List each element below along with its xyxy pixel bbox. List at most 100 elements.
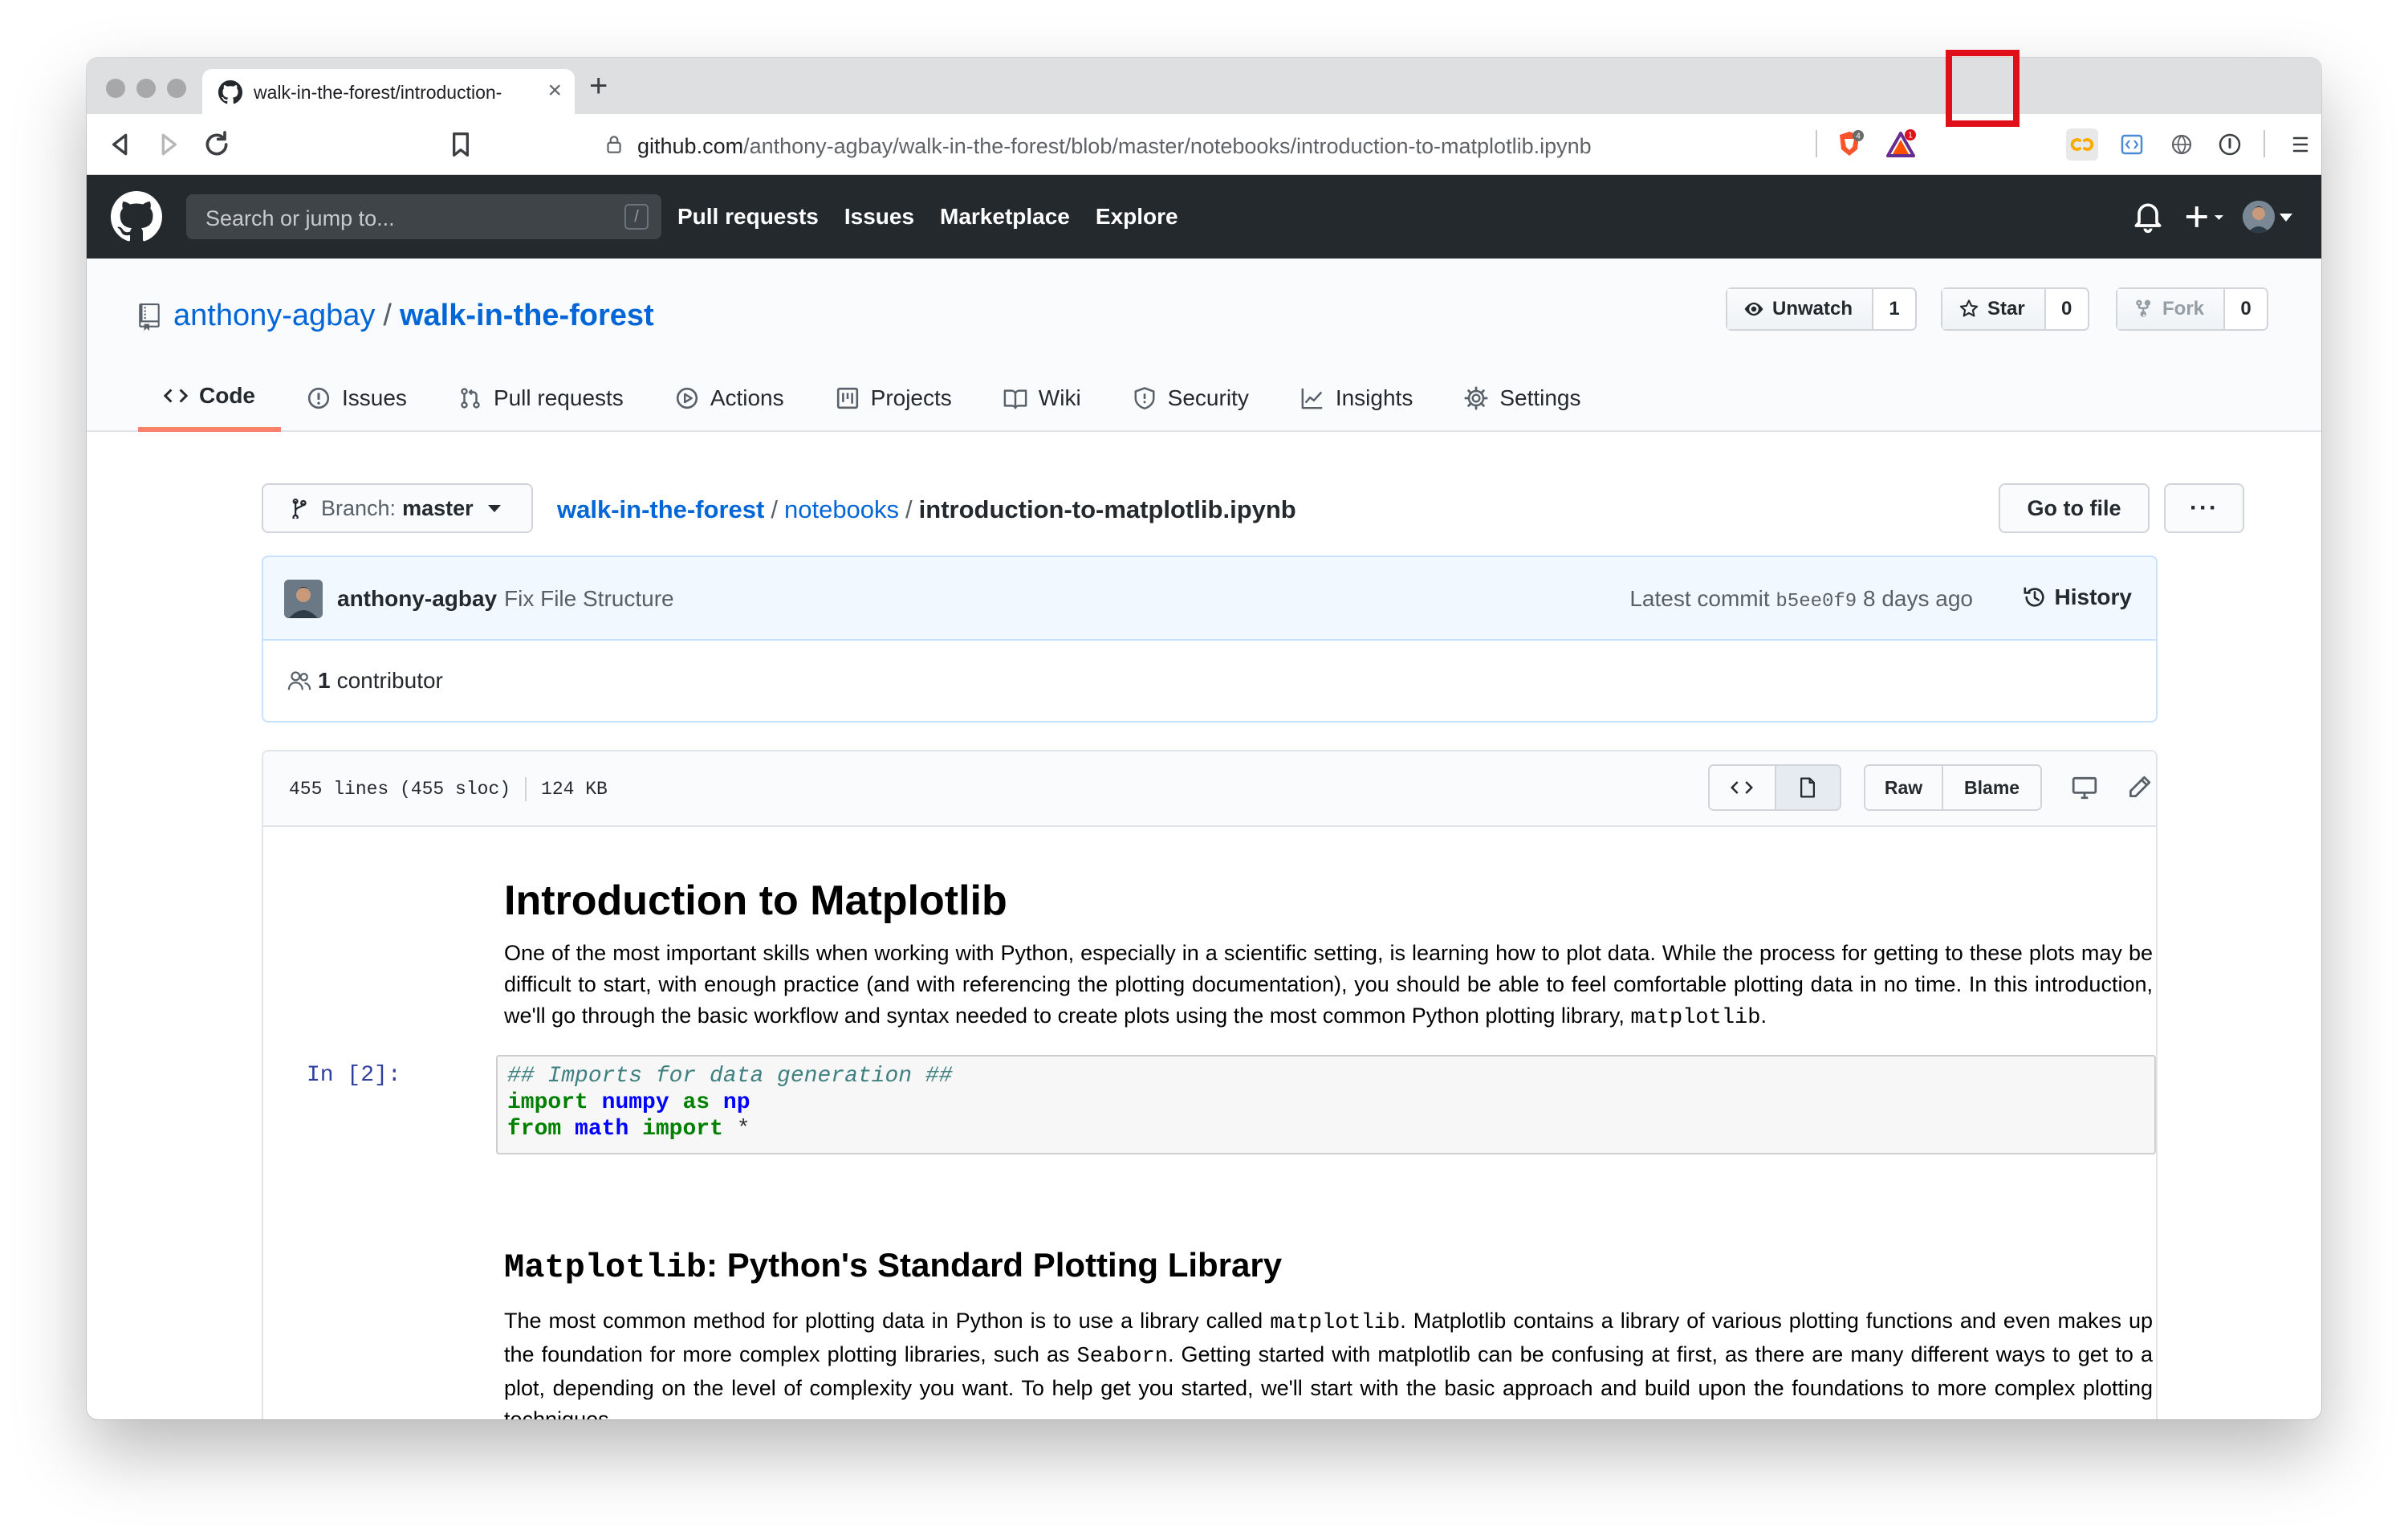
bell-icon[interactable] [2130, 197, 2166, 236]
pencil-icon[interactable] [2125, 774, 2153, 801]
global-nav: Pull requests Issues Marketplace Explore [677, 204, 1178, 230]
desktop-icon[interactable] [2071, 774, 2098, 801]
raw-button[interactable]: Raw [1865, 766, 1942, 809]
tab-projects[interactable]: Projects [810, 364, 978, 432]
eye-icon [1744, 302, 1763, 316]
tab-settings[interactable]: Settings [1438, 364, 1606, 432]
repo-name-link[interactable]: walk-in-the-forest [400, 299, 654, 332]
browser-window: walk-in-the-forest/introduction- × + git… [87, 58, 2321, 1419]
branch-icon [292, 499, 307, 519]
password-manager-icon[interactable] [2214, 128, 2246, 161]
tab-security[interactable]: Security [1107, 364, 1275, 432]
blame-button[interactable]: Blame [1942, 766, 2040, 809]
gear-icon [1464, 386, 1488, 410]
tab-code-label: Code [199, 383, 255, 408]
search-input[interactable]: Search or jump to... / [186, 194, 661, 239]
repo-icon [139, 303, 160, 331]
unwatch-button[interactable]: Unwatch [1727, 289, 1874, 329]
more-options-button[interactable]: ··· [2164, 483, 2244, 533]
section-heading: Matplotlib: Python's Standard Plotting L… [504, 1246, 1283, 1287]
github-header: Search or jump to... / Pull requests Iss… [87, 175, 2321, 259]
tab-issues[interactable]: Issues [281, 364, 433, 432]
history-icon [2024, 587, 2044, 607]
fork-count[interactable]: 0 [2225, 289, 2268, 329]
forward-icon[interactable] [153, 128, 185, 161]
commit-author-avatar-icon [284, 580, 323, 618]
fork-icon [2136, 299, 2151, 317]
brave-shields-icon[interactable]: 4 [1833, 128, 1865, 161]
branch-prefix: Branch: [321, 495, 397, 520]
bookmark-icon[interactable] [445, 128, 477, 161]
tab-projects-label: Projects [870, 385, 952, 410]
nav-marketplace[interactable]: Marketplace [940, 204, 1070, 230]
lock-icon [607, 136, 621, 153]
window-minimize-button[interactable] [136, 79, 156, 98]
github-logo-icon[interactable] [111, 191, 162, 242]
star-button[interactable]: Star [1942, 289, 2046, 329]
avatar[interactable] [2243, 201, 2275, 233]
create-new-icon[interactable] [2182, 197, 2227, 236]
repo-tabs: Code Issues Pull requests Actions Projec… [138, 364, 1607, 432]
avatar-caret-icon[interactable] [2280, 214, 2292, 222]
window-close-button[interactable] [106, 79, 125, 98]
star-count[interactable]: 0 [2045, 289, 2088, 329]
nav-explore[interactable]: Explore [1096, 204, 1178, 230]
history-button[interactable]: History [2023, 584, 2132, 610]
url-text: github.com/anthony-agbay/walk-in-the-for… [637, 134, 1592, 158]
issue-icon [307, 387, 330, 409]
reload-icon[interactable] [201, 128, 233, 161]
browser-tab[interactable]: walk-in-the-forest/introduction- × [202, 69, 575, 114]
tab-code[interactable]: Code [138, 364, 281, 432]
raw-blame-group: Raw Blame [1864, 764, 2042, 811]
file-info: 455 lines (455 sloc) 124 KB [289, 777, 608, 801]
tab-issues-label: Issues [342, 385, 407, 410]
tab-insights[interactable]: Insights [1275, 364, 1439, 432]
go-to-file-button[interactable]: Go to file [1999, 483, 2150, 533]
tab-pull-requests[interactable]: Pull requests [433, 364, 649, 432]
watch-count[interactable]: 1 [1873, 289, 1916, 329]
rendered-view-button[interactable] [1774, 766, 1840, 809]
project-icon [836, 387, 858, 409]
new-tab-icon[interactable]: + [589, 69, 608, 103]
commit-author-link[interactable]: anthony-agbay [337, 586, 497, 612]
graph-icon [1301, 388, 1323, 409]
caret-down-icon [487, 504, 501, 512]
book-icon [1003, 389, 1027, 409]
commit-sha-link[interactable]: b5ee0f9 [1775, 591, 1857, 613]
address-bar[interactable]: github.com/anthony-agbay/walk-in-the-for… [496, 124, 1901, 165]
repo-owner-link[interactable]: anthony-agbay [173, 299, 375, 332]
latest-commit-box: anthony-agbay Fix File Structure Latest … [262, 556, 2158, 723]
nav-pull-requests[interactable]: Pull requests [677, 204, 819, 230]
fork-button[interactable]: Fork [2117, 289, 2226, 329]
source-view-button[interactable] [1710, 766, 1775, 809]
commit-age: 8 days ago [1863, 586, 1973, 611]
breadcrumb-folder[interactable]: notebooks [784, 495, 899, 523]
cell-prompt: In [2]: [307, 1063, 401, 1088]
brave-rewards-icon[interactable]: 1 [1885, 128, 1917, 161]
code-extension-icon[interactable] [2116, 128, 2148, 161]
contributors-link[interactable]: 1 contributor [287, 668, 443, 694]
commit-message-link[interactable]: Fix File Structure [504, 586, 674, 612]
people-icon [287, 671, 311, 690]
tab-close-icon[interactable]: × [547, 77, 562, 104]
contributors-label: contributor [336, 668, 443, 693]
window-zoom-button[interactable] [167, 79, 186, 98]
menu-icon[interactable] [2284, 128, 2316, 161]
colab-extension-icon[interactable] [2066, 128, 2098, 161]
breadcrumb-repo[interactable]: walk-in-the-forest [557, 495, 764, 523]
avatar[interactable] [284, 580, 323, 618]
user-avatar-icon [2243, 201, 2275, 233]
nav-issues[interactable]: Issues [844, 204, 914, 230]
globe-extension-icon[interactable] [2166, 128, 2198, 161]
tab-security-label: Security [1167, 385, 1249, 410]
tab-title: walk-in-the-forest/introduction- [254, 82, 502, 103]
search-shortcut-key: / [624, 204, 649, 230]
tab-wiki[interactable]: Wiki [978, 364, 1107, 432]
back-icon[interactable] [104, 128, 136, 161]
breadcrumb: walk-in-the-forest / notebooks / introductio… [557, 495, 1296, 523]
branch-selector[interactable]: Branch: master [262, 483, 533, 533]
latest-commit-label: Latest commit [1629, 586, 1770, 611]
unwatch-label: Unwatch [1772, 298, 1853, 320]
tab-actions[interactable]: Actions [649, 364, 810, 432]
branch-name: master [402, 495, 474, 520]
